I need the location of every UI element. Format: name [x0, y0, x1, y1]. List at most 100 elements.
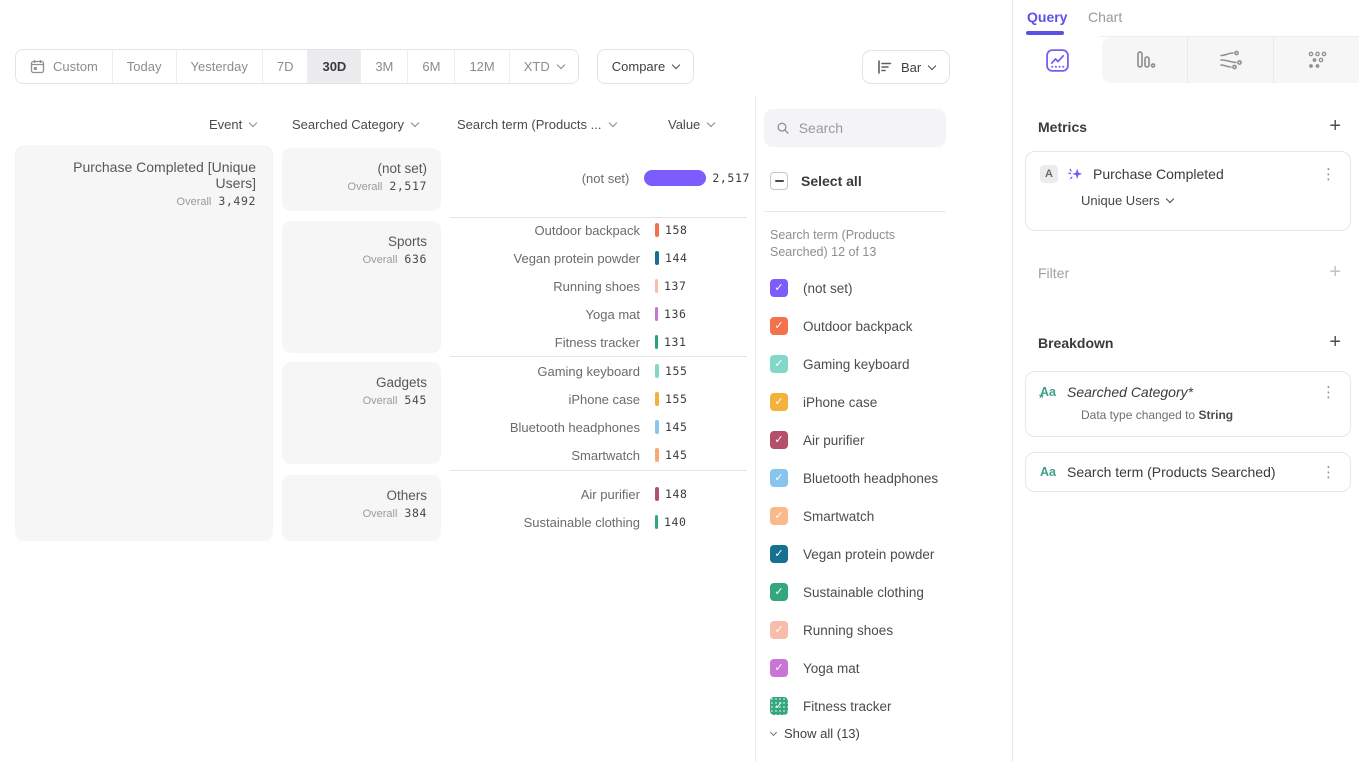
search-box — [764, 109, 946, 147]
category-cell-sports[interactable]: Sports Overall636 — [282, 221, 441, 353]
value-bar — [655, 251, 659, 265]
checkbox[interactable] — [770, 545, 788, 563]
filter-item[interactable]: Fitness tracker — [770, 696, 892, 716]
category-cell-gadgets[interactable]: Gadgets Overall545 — [282, 362, 441, 464]
date-7d-button[interactable]: 7D — [262, 50, 308, 83]
checkbox[interactable] — [770, 621, 788, 639]
breakdown-card-searched-category[interactable]: Aa* Searched Category* ⋮ Data type chang… — [1025, 371, 1351, 437]
date-yesterday-button[interactable]: Yesterday — [176, 50, 262, 83]
chevron-down-icon — [608, 119, 616, 127]
line-chart-icon — [1045, 48, 1070, 73]
table-row[interactable]: Air purifier 148 — [450, 480, 750, 508]
checkbox[interactable] — [770, 279, 788, 297]
table-row[interactable]: Gaming keyboard 155 — [450, 357, 750, 385]
divider — [764, 211, 946, 212]
filter-item[interactable]: (not set) — [770, 278, 853, 298]
category-cell-others[interactable]: Others Overall384 — [282, 475, 441, 541]
value-bar — [655, 448, 659, 462]
checkbox[interactable] — [770, 507, 788, 525]
table-row[interactable]: Smartwatch 145 — [450, 441, 750, 469]
filter-item[interactable]: Vegan protein powder — [770, 544, 934, 564]
tab-insights-report-active[interactable] — [1013, 37, 1102, 83]
checkbox[interactable] — [770, 583, 788, 601]
metric-event-name: Purchase Completed — [1093, 166, 1224, 182]
bar-chart-icon — [1133, 48, 1157, 72]
filter-item[interactable]: iPhone case — [770, 392, 877, 412]
tab-flows-report[interactable] — [1187, 37, 1273, 83]
column-header-event[interactable]: Event — [209, 117, 256, 132]
filter-item[interactable]: Gaming keyboard — [770, 354, 910, 374]
date-xtd-button[interactable]: XTD — [509, 50, 578, 83]
value-bar — [655, 335, 658, 349]
aggregation-selector[interactable]: Unique Users — [1081, 193, 1336, 208]
table-row[interactable]: Running shoes 137 — [450, 272, 750, 300]
filter-item[interactable]: Smartwatch — [770, 506, 874, 526]
chevron-down-icon — [411, 119, 419, 127]
add-metric-button[interactable]: + — [1329, 116, 1341, 136]
filter-item[interactable]: Yoga mat — [770, 658, 860, 678]
active-tab-underline — [1026, 31, 1064, 35]
table-row[interactable]: Yoga mat 136 — [450, 300, 750, 328]
breakdown-property-name: Search term (Products Searched) — [1067, 464, 1276, 480]
breakdown-section-title: Breakdown — [1038, 335, 1113, 351]
checkbox[interactable] — [770, 393, 788, 411]
checkbox[interactable] — [770, 431, 788, 449]
column-header-search-term[interactable]: Search term (Products ... — [457, 117, 616, 132]
metric-card[interactable]: A Purchase Completed ⋮ Unique Users — [1025, 151, 1351, 231]
value-bar — [655, 487, 659, 501]
filter-item[interactable]: Outdoor backpack — [770, 316, 913, 336]
tab-retention-report[interactable] — [1273, 37, 1359, 83]
checkbox[interactable] — [770, 469, 788, 487]
tab-chart[interactable]: Chart — [1088, 9, 1122, 25]
kebab-menu-icon[interactable]: ⋮ — [1321, 167, 1336, 182]
date-3m-button[interactable]: 3M — [360, 50, 407, 83]
filter-item[interactable]: Running shoes — [770, 620, 893, 640]
checkbox[interactable] — [770, 355, 788, 373]
column-header-category[interactable]: Searched Category — [292, 117, 418, 132]
table-row[interactable]: iPhone case 155 — [450, 385, 750, 413]
filter-item[interactable]: Sustainable clothing — [770, 582, 924, 602]
add-breakdown-button[interactable]: + — [1329, 332, 1341, 352]
tab-query[interactable]: Query — [1027, 9, 1067, 25]
show-all-toggle[interactable]: Show all (13) — [771, 726, 860, 741]
date-today-button[interactable]: Today — [112, 50, 176, 83]
value-bar — [644, 170, 706, 186]
chart-type-button[interactable]: Bar — [862, 50, 950, 84]
select-all-checkbox[interactable] — [770, 172, 788, 190]
tab-bar-report[interactable] — [1102, 37, 1187, 83]
kebab-menu-icon[interactable]: ⋮ — [1321, 465, 1336, 480]
table-row[interactable]: Outdoor backpack 158 — [450, 216, 750, 244]
checkbox[interactable] — [770, 317, 788, 335]
date-custom-button[interactable]: Custom — [16, 50, 112, 83]
table-row[interactable]: (not set) 2,517 — [450, 164, 750, 192]
dots-grid-icon — [1306, 49, 1328, 71]
analytics-app: Custom Today Yesterday 7D 30D 3M 6M 12M … — [0, 0, 1359, 762]
filter-item[interactable]: Air purifier — [770, 430, 865, 450]
formula-asterisk: * — [1039, 391, 1044, 405]
filter-group-label: Search term (Products Searched) 12 of 13 — [770, 227, 945, 260]
date-30d-button[interactable]: 30D — [307, 50, 360, 83]
chevron-down-icon — [770, 728, 777, 735]
column-header-value[interactable]: Value — [668, 117, 714, 132]
value-bar — [655, 279, 658, 293]
add-filter-button[interactable]: + — [1329, 262, 1341, 282]
checkbox[interactable] — [770, 659, 788, 677]
select-all-checkbox-row[interactable]: Select all — [770, 172, 862, 190]
horizontal-bar-chart-icon — [877, 60, 893, 74]
table-row[interactable]: Bluetooth headphones 145 — [450, 413, 750, 441]
date-12m-button[interactable]: 12M — [454, 50, 508, 83]
date-6m-button[interactable]: 6M — [407, 50, 454, 83]
filter-item[interactable]: Bluetooth headphones — [770, 468, 938, 488]
category-cell-not-set[interactable]: (not set) Overall2,517 — [282, 148, 441, 211]
breakdown-card-search-term[interactable]: Aa Search term (Products Searched) ⋮ — [1025, 452, 1351, 492]
event-cell[interactable]: Purchase Completed [Unique Users] Overal… — [15, 145, 273, 541]
checkbox[interactable] — [770, 697, 788, 715]
table-row[interactable]: Fitness tracker 131 — [450, 328, 750, 356]
kebab-menu-icon[interactable]: ⋮ — [1321, 385, 1336, 400]
date-custom-label: Custom — [53, 59, 98, 74]
search-input[interactable] — [799, 120, 934, 136]
value-bar — [655, 515, 658, 529]
table-row[interactable]: Vegan protein powder 144 — [450, 244, 750, 272]
table-row[interactable]: Sustainable clothing 140 — [450, 508, 750, 536]
compare-button[interactable]: Compare — [597, 49, 694, 84]
